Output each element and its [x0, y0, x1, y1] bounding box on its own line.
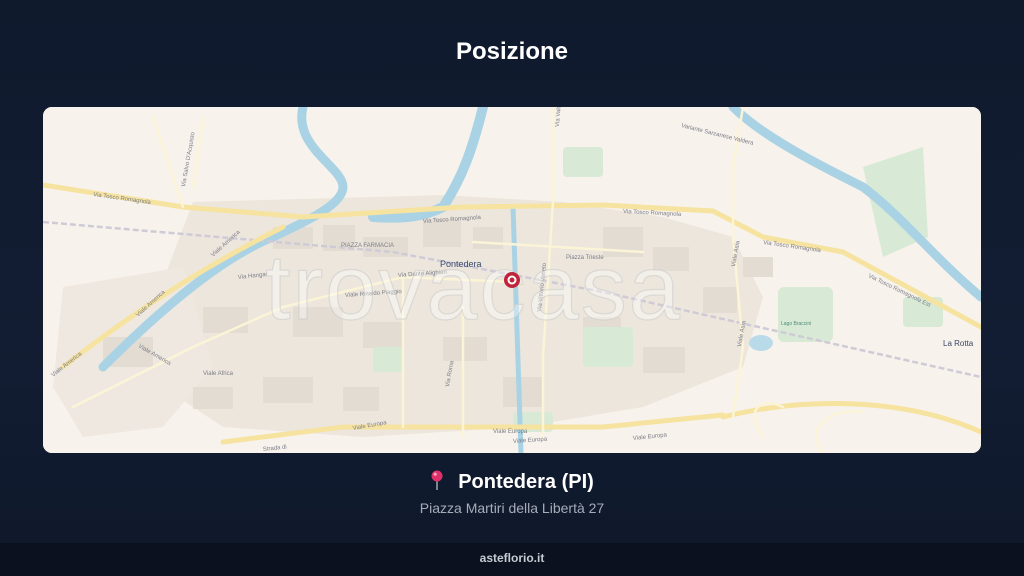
footer: asteflorio.it: [0, 543, 1024, 576]
street-label-viale-africa: Viale Africa: [203, 371, 234, 377]
street-label-viale-europa-2: Viale Europa: [493, 429, 528, 435]
place-label-la-rotta: La Rotta: [943, 339, 974, 348]
location-name: Pontedera (PI): [458, 471, 594, 493]
map[interactable]: Via Tosco Romagnola Via Tosco Romagnola …: [43, 107, 981, 453]
map-watermark: trovacasa: [265, 237, 682, 339]
map-canvas[interactable]: Via Tosco Romagnola Via Tosco Romagnola …: [43, 107, 981, 453]
footer-site[interactable]: asteflorio.it: [480, 551, 545, 565]
place-label-lago: Lago Braccini: [781, 321, 811, 327]
page-title: Posizione: [455, 38, 569, 65]
round-pushpin-icon: [431, 470, 443, 490]
lake: [749, 335, 773, 351]
map-marker-icon[interactable]: [504, 272, 520, 288]
location-address: Piazza Martiri della Libertà 27: [419, 500, 605, 516]
location-row: Pontedera (PI): [0, 470, 1024, 494]
